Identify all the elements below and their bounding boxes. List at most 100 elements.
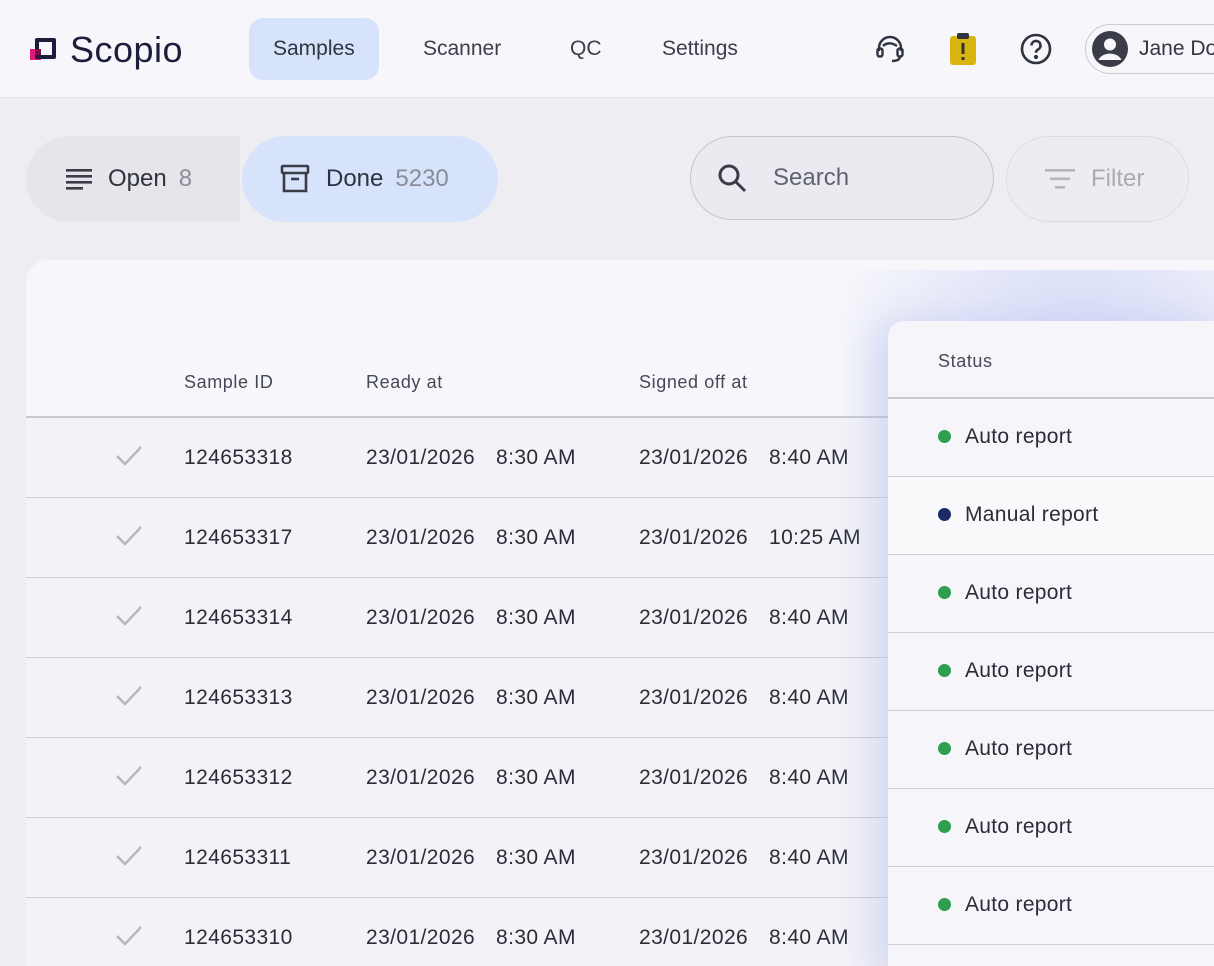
- signed-date-cell: 23/01/2026: [639, 526, 749, 549]
- checkmark-icon: [116, 686, 142, 706]
- status-label: Auto report: [965, 425, 1073, 448]
- help-icon[interactable]: [1017, 30, 1055, 68]
- checkmark-icon: [116, 926, 142, 946]
- column-header-signed-off-at[interactable]: Signed off at: [639, 372, 748, 393]
- signed-date-cell: 23/01/2026: [639, 606, 749, 629]
- ready-date-cell: 23/01/2026: [366, 526, 476, 549]
- sample-id-cell: 124653311: [184, 846, 292, 869]
- status-label: Auto report: [965, 893, 1073, 916]
- table-row[interactable]: 124653310 23/01/2026 8:30 AM 23/01/2026 8:40…: [26, 898, 888, 966]
- status-row[interactable]: Auto report: [888, 399, 1214, 477]
- table-header: Sample ID Ready at Signed off at: [26, 358, 888, 418]
- user-name: Jane Do: [1139, 37, 1214, 60]
- signed-date-cell: 23/01/2026: [639, 446, 749, 469]
- signed-time-cell: 8:40 AM: [769, 686, 849, 709]
- ready-time-cell: 8:30 AM: [496, 606, 576, 629]
- status-label: Manual report: [965, 503, 1099, 526]
- status-row[interactable]: Auto report: [888, 867, 1214, 945]
- scopio-logo-icon: [30, 33, 60, 67]
- table-row[interactable]: 124653313 23/01/2026 8:30 AM 23/01/2026 8:40…: [26, 658, 888, 738]
- status-dot-icon: [938, 742, 951, 755]
- filter-label: Filter: [1091, 165, 1145, 192]
- status-dot-icon: [938, 820, 951, 833]
- done-samples-tab[interactable]: Done 5230: [242, 136, 498, 222]
- sample-id-cell: 124653313: [184, 686, 293, 709]
- column-header-ready-at[interactable]: Ready at: [366, 372, 443, 393]
- app-name: Scopio: [70, 29, 184, 70]
- ready-time-cell: 8:30 AM: [496, 766, 576, 789]
- table-row[interactable]: 124653314 23/01/2026 8:30 AM 23/01/2026 8:40…: [26, 578, 888, 658]
- signed-time-cell: 8:40 AM: [769, 846, 849, 869]
- signed-date-cell: 23/01/2026: [639, 686, 749, 709]
- nav-tab-scanner[interactable]: Scanner: [399, 18, 525, 80]
- checkmark-icon: [116, 766, 142, 786]
- table-row[interactable]: 124653317 23/01/2026 8:30 AM 23/01/2026 10:2…: [26, 498, 888, 578]
- app-logo[interactable]: Scopio: [30, 30, 183, 70]
- status-row[interactable]: Auto report: [888, 711, 1214, 789]
- checkmark-icon: [116, 846, 142, 866]
- top-bar: Scopio Samples Scanner QC Settings Jane …: [0, 0, 1214, 98]
- signed-time-cell: 8:40 AM: [769, 446, 849, 469]
- user-avatar-icon: [1092, 31, 1128, 67]
- status-header: Status: [888, 321, 1214, 399]
- status-dot-icon: [938, 664, 951, 677]
- signed-time-cell: 10:25 AM: [769, 526, 861, 549]
- ready-date-cell: 23/01/2026: [366, 606, 476, 629]
- sample-id-cell: 124653317: [184, 526, 293, 549]
- open-samples-tab[interactable]: Open 8: [26, 136, 240, 222]
- user-menu-button[interactable]: Jane Do: [1085, 24, 1214, 74]
- status-dot-icon: [938, 508, 951, 521]
- column-header-sample-id[interactable]: Sample ID: [184, 372, 273, 393]
- status-column-panel: Status Auto report Manual report Auto repo…: [888, 321, 1214, 966]
- signed-time-cell: 8:40 AM: [769, 926, 849, 949]
- support-agent-icon[interactable]: [871, 30, 909, 68]
- archive-box-icon: [280, 164, 310, 193]
- sample-id-cell: 124653314: [184, 606, 293, 629]
- ready-time-cell: 8:30 AM: [496, 926, 576, 949]
- filter-icon: [1045, 169, 1075, 189]
- filter-button[interactable]: Filter: [1006, 136, 1189, 222]
- search-field[interactable]: [690, 136, 994, 220]
- table-row[interactable]: 124653311 23/01/2026 8:30 AM 23/01/2026 8:40…: [26, 818, 888, 898]
- signed-date-cell: 23/01/2026: [639, 846, 749, 869]
- nav-tab-qc[interactable]: QC: [546, 18, 626, 80]
- status-label: Auto report: [965, 815, 1073, 838]
- signed-time-cell: 8:40 AM: [769, 606, 849, 629]
- open-label: Open: [108, 165, 167, 192]
- status-row[interactable]: Auto report: [888, 555, 1214, 633]
- ready-date-cell: 23/01/2026: [366, 766, 476, 789]
- table-row[interactable]: 124653318 23/01/2026 8:30 AM 23/01/2026 8:40…: [26, 418, 888, 498]
- nav-tab-settings[interactable]: Settings: [638, 18, 762, 80]
- done-count: 5230: [395, 165, 449, 192]
- signed-date-cell: 23/01/2026: [639, 766, 749, 789]
- ready-date-cell: 23/01/2026: [366, 686, 476, 709]
- signed-time-cell: 8:40 AM: [769, 766, 849, 789]
- status-label: Auto report: [965, 659, 1073, 682]
- done-label: Done: [326, 165, 384, 192]
- ready-date-cell: 23/01/2026: [366, 446, 476, 469]
- open-count: 8: [178, 165, 193, 192]
- status-label: Auto report: [965, 581, 1073, 604]
- table-row[interactable]: 124653312 23/01/2026 8:30 AM 23/01/2026 8:40…: [26, 738, 888, 818]
- nav-tab-samples[interactable]: Samples: [249, 18, 379, 80]
- sample-id-cell: 124653318: [184, 446, 293, 469]
- status-dot-icon: [938, 586, 951, 599]
- list-icon: [66, 169, 92, 190]
- status-row[interactable]: Auto report: [888, 789, 1214, 867]
- sample-id-cell: 124653310: [184, 926, 293, 949]
- ready-time-cell: 8:30 AM: [496, 686, 576, 709]
- search-icon: [718, 164, 747, 193]
- status-row[interactable]: Manual report: [888, 477, 1214, 555]
- sample-id-cell: 124653312: [184, 766, 293, 789]
- ready-date-cell: 23/01/2026: [366, 926, 476, 949]
- status-dot-icon: [938, 430, 951, 443]
- ready-date-cell: 23/01/2026: [366, 846, 476, 869]
- search-input[interactable]: [773, 164, 973, 192]
- column-header-status[interactable]: Status: [938, 351, 993, 372]
- checkmark-icon: [116, 606, 142, 626]
- checkmark-icon: [116, 446, 142, 466]
- status-dot-icon: [938, 898, 951, 911]
- status-row[interactable]: Auto report: [888, 633, 1214, 711]
- clipboard-alert-icon[interactable]: [944, 30, 982, 68]
- ready-time-cell: 8:30 AM: [496, 846, 576, 869]
